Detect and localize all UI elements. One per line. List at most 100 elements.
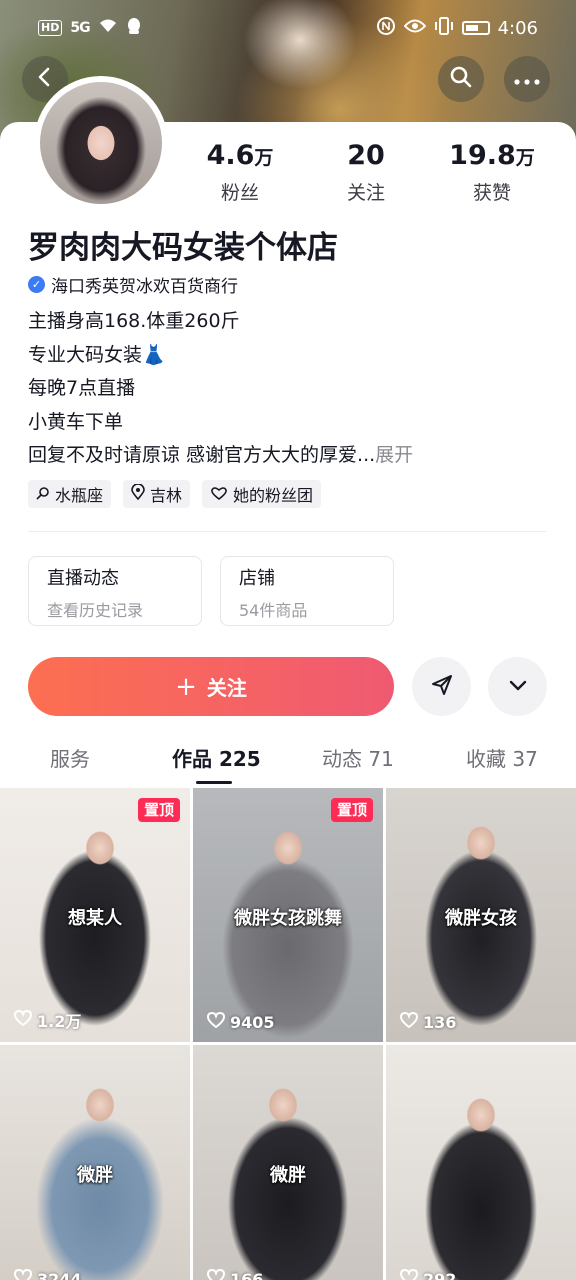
video-thumbnail[interactable]: 置顶 微胖女孩跳舞 9405 (193, 788, 383, 1042)
stat-following[interactable]: 20 关注 (306, 140, 426, 205)
shop-tile[interactable]: 店铺 54件商品 (220, 556, 394, 626)
tab-service[interactable]: 服务 (50, 743, 90, 772)
tag-location[interactable]: 吉林 (123, 480, 191, 508)
heart-icon (13, 1009, 33, 1030)
heart-icon (399, 1011, 419, 1032)
pinned-badge: 置顶 (330, 798, 373, 822)
fan-club-icon (210, 485, 228, 504)
bio: 主播身高168.体重260斤 专业大码女装👗 每晚7点直播 小黄车下单 回复不及… (28, 304, 548, 472)
share-button[interactable] (412, 657, 471, 716)
video-likes: 292 (399, 1268, 457, 1280)
more-dots-icon (514, 70, 540, 89)
signal-icon: 5G (70, 20, 90, 36)
fans-label: 粉丝 (220, 182, 259, 204)
video-thumbnail[interactable]: 292 (386, 1045, 576, 1280)
heart-icon (13, 1268, 33, 1280)
verified-check-icon: ✓ (28, 276, 45, 293)
heart-icon (399, 1268, 419, 1280)
likes-label: 获赞 (472, 182, 511, 204)
video-thumbnail[interactable]: 微胖女孩 136 (386, 788, 576, 1042)
video-caption: 想某人 (68, 908, 122, 929)
tile-title: 店铺 (239, 568, 275, 589)
eye-icon (403, 18, 426, 39)
profile-name: 罗肉肉大码女装个体店 (28, 230, 338, 266)
chevron-left-icon (34, 66, 56, 92)
wifi-icon (98, 18, 118, 39)
tag-label: 她的粉丝团 (233, 486, 314, 505)
divider (28, 531, 546, 532)
tag-zodiac[interactable]: 水瓶座 (28, 480, 112, 508)
video-caption: 微胖女孩 (445, 908, 517, 929)
tag-label: 吉林 (150, 486, 183, 505)
active-tab-indicator (196, 781, 232, 784)
stats-row: 4.6万 粉丝 20 关注 19.8万 获赞 (0, 140, 576, 210)
following-label: 关注 (346, 182, 385, 204)
tab-works[interactable]: 作品 225 (172, 743, 261, 772)
bio-line: 小黄车下单 (28, 410, 124, 433)
tag-row: 水瓶座 吉林 她的粉丝团 (28, 480, 322, 508)
likes-unit: 万 (515, 147, 535, 169)
vibrate-icon (434, 16, 454, 40)
heart-icon (206, 1011, 226, 1032)
search-icon (449, 65, 473, 93)
chevron-down-icon (507, 674, 529, 700)
tile-subtitle: 54件商品 (239, 601, 308, 620)
zodiac-icon (36, 485, 50, 504)
video-likes: 1.2万 (13, 1008, 82, 1032)
bio-line-text: 回复不及时请原谅 感谢官方大大的厚爱... (28, 444, 376, 466)
likes-count: 9405 (230, 1012, 275, 1032)
verification-row[interactable]: ✓ 海口秀英贺冰欢百货商行 (28, 272, 238, 297)
likes-count: 166 (230, 1269, 264, 1280)
bio-line: 专业大码女装👗 (28, 343, 166, 366)
video-caption: 微胖女孩跳舞 (234, 908, 342, 929)
hd-badge: HD (38, 20, 63, 36)
pinned-badge: 置顶 (137, 798, 180, 822)
likes-count: 19.8 (449, 140, 516, 171)
qq-icon (126, 17, 142, 40)
likes-count: 1.2万 (37, 1012, 82, 1031)
verification-text: 海口秀英贺冰欢百货商行 (51, 277, 238, 297)
send-icon (430, 673, 454, 701)
plus-icon: + (175, 671, 197, 702)
tag-label: 水瓶座 (55, 486, 104, 505)
bio-expand-link[interactable]: 展开 (375, 444, 413, 466)
heart-icon (206, 1268, 226, 1280)
status-bar: HD 5G 4:06 (0, 0, 576, 56)
tag-fan-club[interactable]: 她的粉丝团 (202, 480, 322, 508)
video-likes: 136 (399, 1011, 457, 1032)
bio-line: 回复不及时请原谅 感谢官方大大的厚爱...展开 (28, 438, 548, 472)
video-thumbnail[interactable]: 微胖 166 (193, 1045, 383, 1280)
clock: 4:06 (497, 17, 538, 39)
search-button[interactable] (438, 56, 484, 102)
expand-button[interactable] (488, 657, 547, 716)
nfc-icon (376, 16, 396, 41)
video-caption: 微胖 (77, 1165, 113, 1186)
bio-line: 每晚7点直播 (28, 377, 136, 399)
video-likes: 3244 (13, 1268, 82, 1280)
location-pin-icon (131, 483, 145, 504)
video-likes: 9405 (206, 1011, 275, 1032)
video-grid: 置顶 想某人 1.2万 置顶 微胖女孩跳舞 9405 微胖女孩 136 微胖 3… (0, 788, 576, 1280)
bio-line: 主播身高168.体重260斤 (28, 310, 240, 332)
fans-count: 4.6 (206, 140, 255, 171)
following-count: 20 (347, 140, 385, 171)
video-thumbnail[interactable]: 微胖 3244 (0, 1045, 190, 1280)
likes-count: 3244 (37, 1269, 82, 1280)
video-thumbnail[interactable]: 置顶 想某人 1.2万 (0, 788, 190, 1042)
battery-icon (461, 21, 490, 35)
tab-moments[interactable]: 动态 71 (322, 743, 394, 772)
tile-subtitle: 查看历史记录 (47, 601, 144, 620)
live-history-tile[interactable]: 直播动态 查看历史记录 (28, 556, 202, 626)
likes-count: 292 (423, 1269, 457, 1280)
tile-title: 直播动态 (47, 568, 119, 589)
video-likes: 166 (206, 1268, 264, 1280)
stat-likes[interactable]: 19.8万 获赞 (432, 140, 552, 205)
follow-button[interactable]: + 关注 (28, 657, 394, 716)
follow-label: 关注 (206, 676, 247, 700)
stat-fans[interactable]: 4.6万 粉丝 (180, 140, 300, 205)
video-caption: 微胖 (270, 1165, 306, 1186)
fans-unit: 万 (254, 147, 274, 169)
tab-favorites[interactable]: 收藏 37 (466, 743, 538, 772)
likes-count: 136 (423, 1012, 457, 1032)
more-button[interactable] (504, 56, 550, 102)
